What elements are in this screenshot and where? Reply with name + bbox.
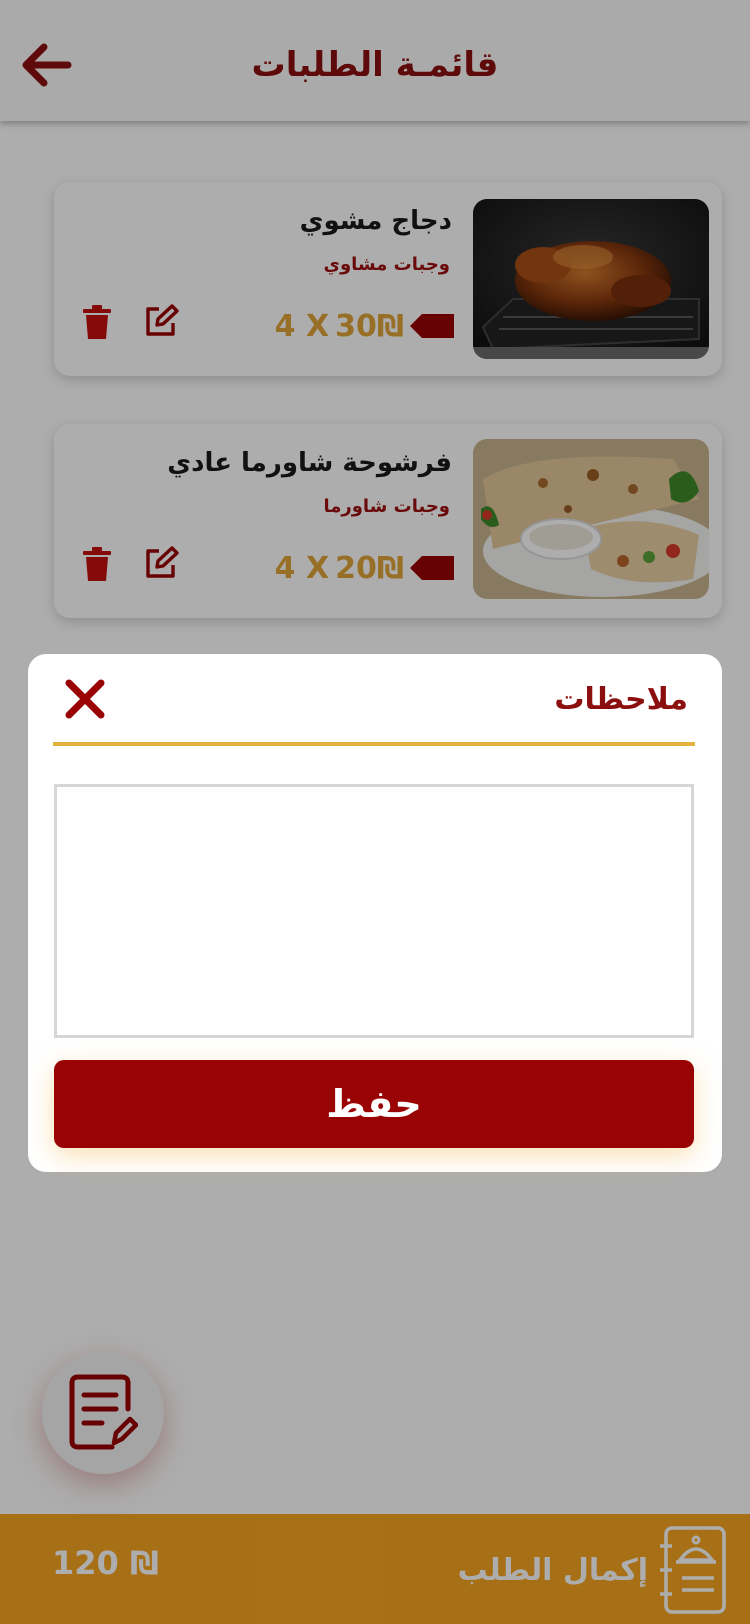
title-divider xyxy=(53,742,695,746)
close-dialog-button[interactable] xyxy=(62,676,108,722)
close-icon xyxy=(65,679,105,719)
notes-dialog: ملاحظات حفظ xyxy=(28,654,722,1172)
notes-textarea[interactable] xyxy=(54,784,694,1038)
notes-dialog-title: ملاحظات xyxy=(554,682,688,717)
save-button[interactable]: حفظ xyxy=(54,1060,694,1148)
